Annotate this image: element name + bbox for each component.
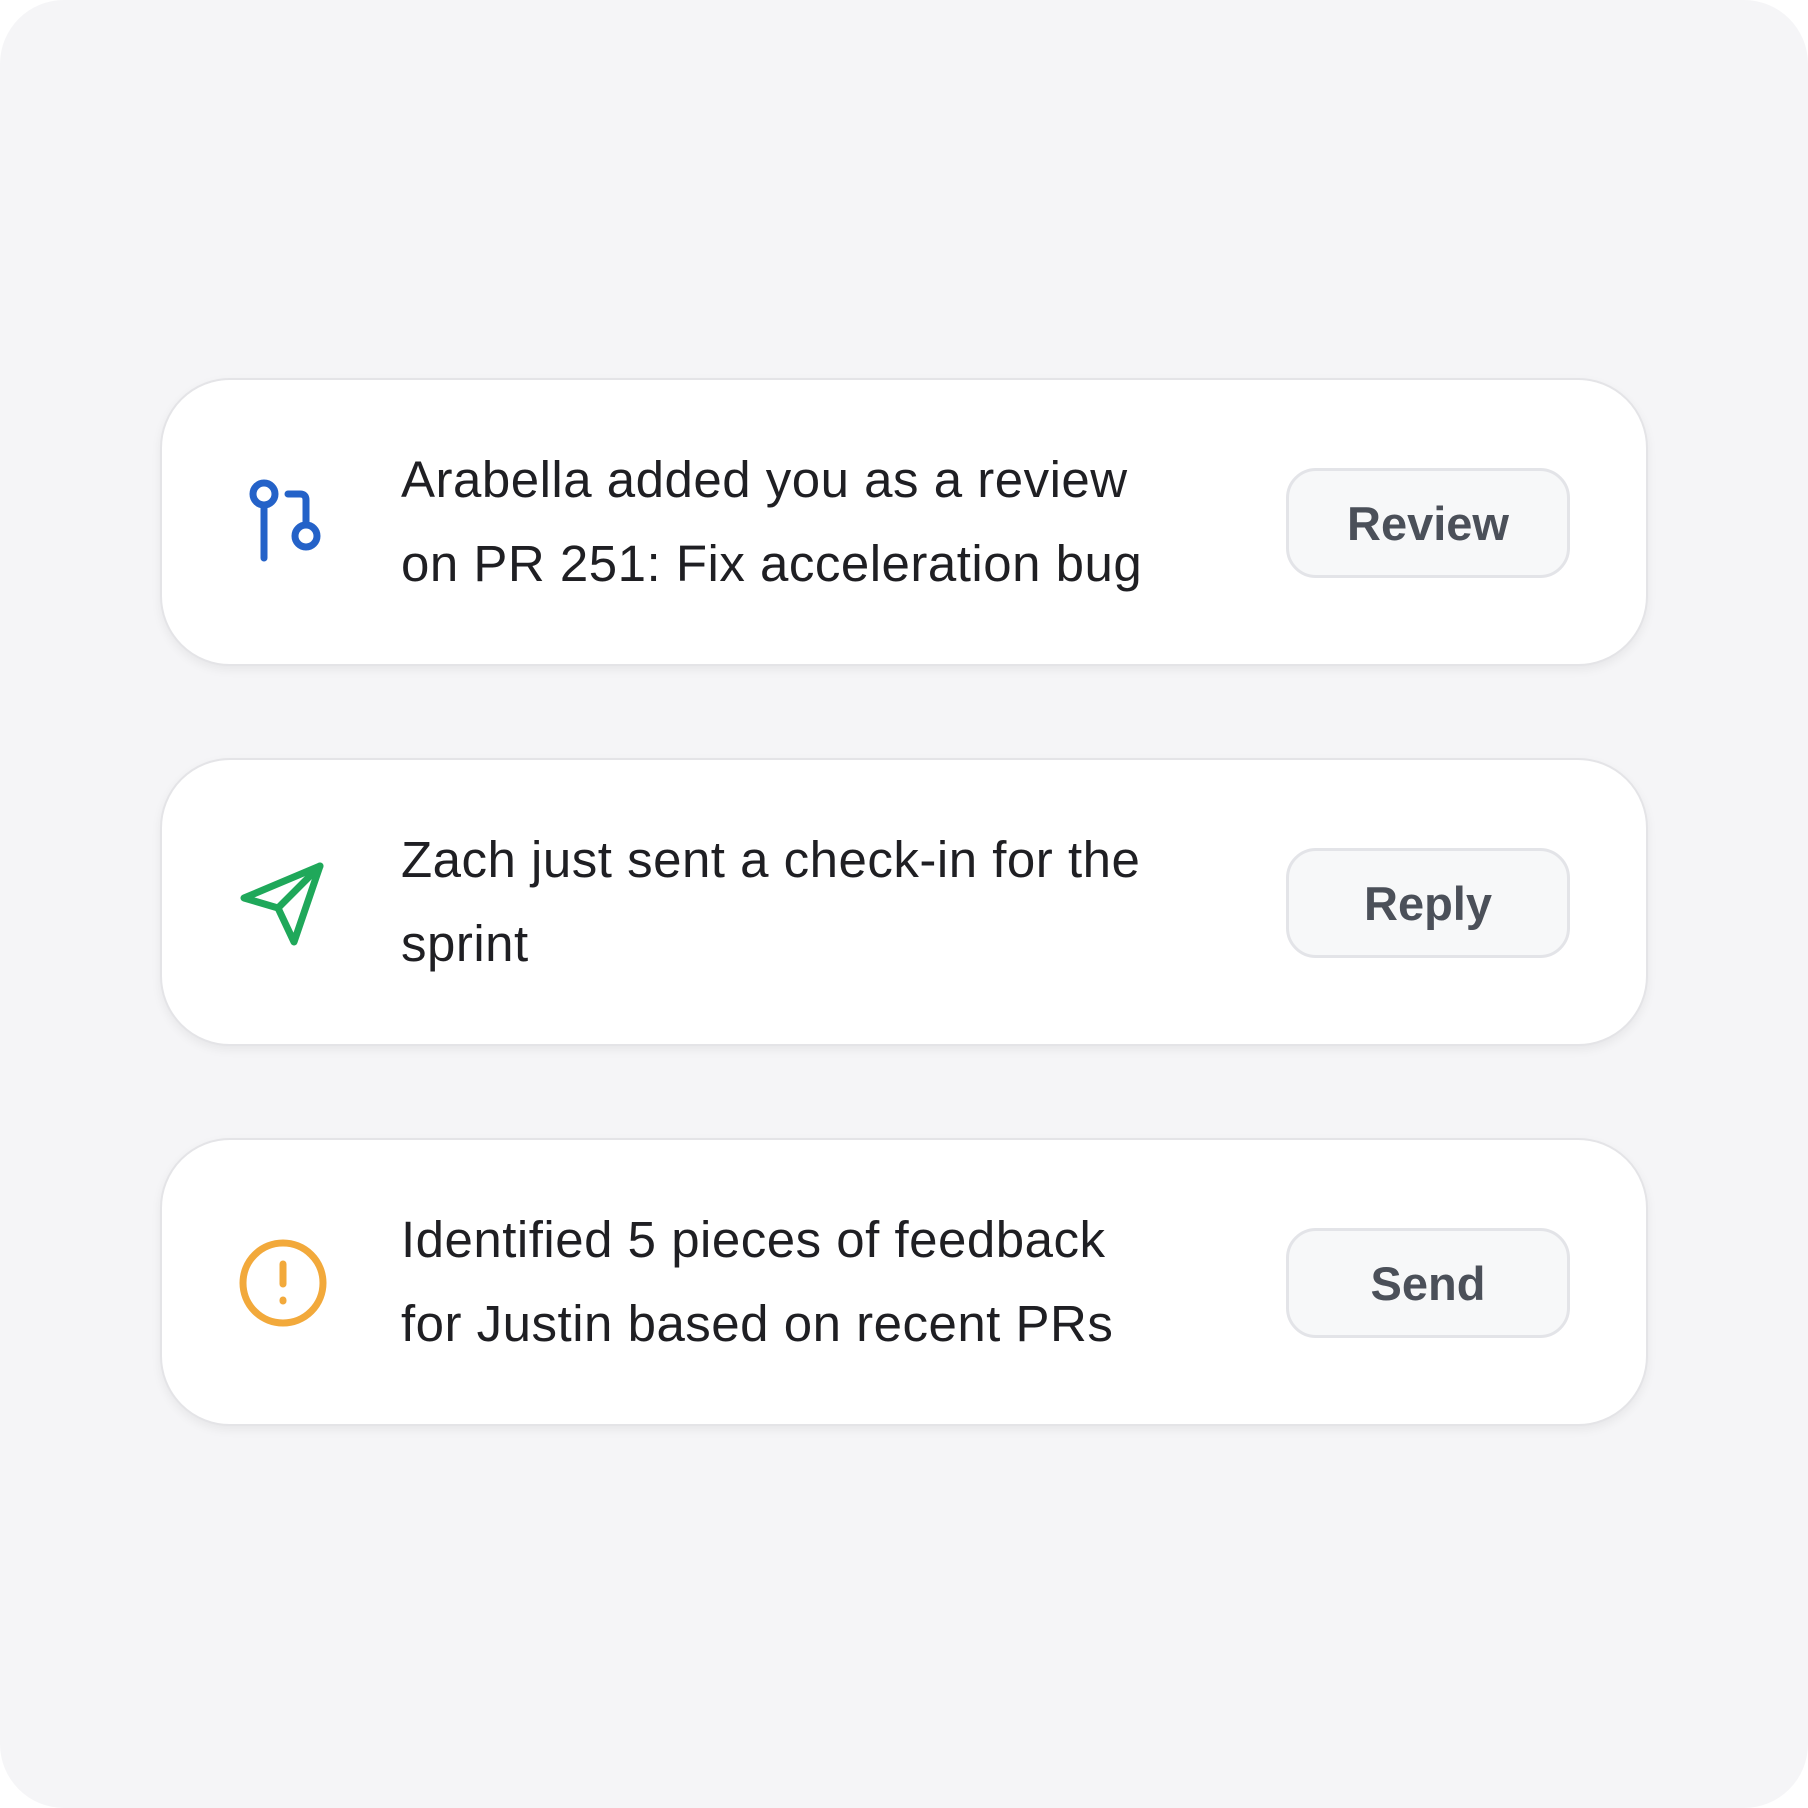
reply-button[interactable]: Reply	[1286, 848, 1570, 958]
notification-message: Zach just sent a check-in for the sprint	[401, 831, 1141, 972]
send-icon	[238, 858, 328, 948]
review-button[interactable]: Review	[1286, 468, 1570, 578]
alert-circle-icon	[238, 1238, 328, 1328]
notification-message: Identified 5 pieces of feedback for Just…	[401, 1211, 1114, 1352]
notification-card-check-in: Zach just sent a check-in for the sprint…	[160, 758, 1648, 1046]
pull-request-icon	[238, 478, 328, 568]
notification-card-feedback: Identified 5 pieces of feedback for Just…	[160, 1138, 1648, 1426]
notification-card-review: Arabella added you as a review on PR 251…	[160, 378, 1648, 666]
notification-message: Arabella added you as a review on PR 251…	[401, 451, 1143, 592]
send-button[interactable]: Send	[1286, 1228, 1570, 1338]
notification-panel: Arabella added you as a review on PR 251…	[0, 0, 1808, 1808]
